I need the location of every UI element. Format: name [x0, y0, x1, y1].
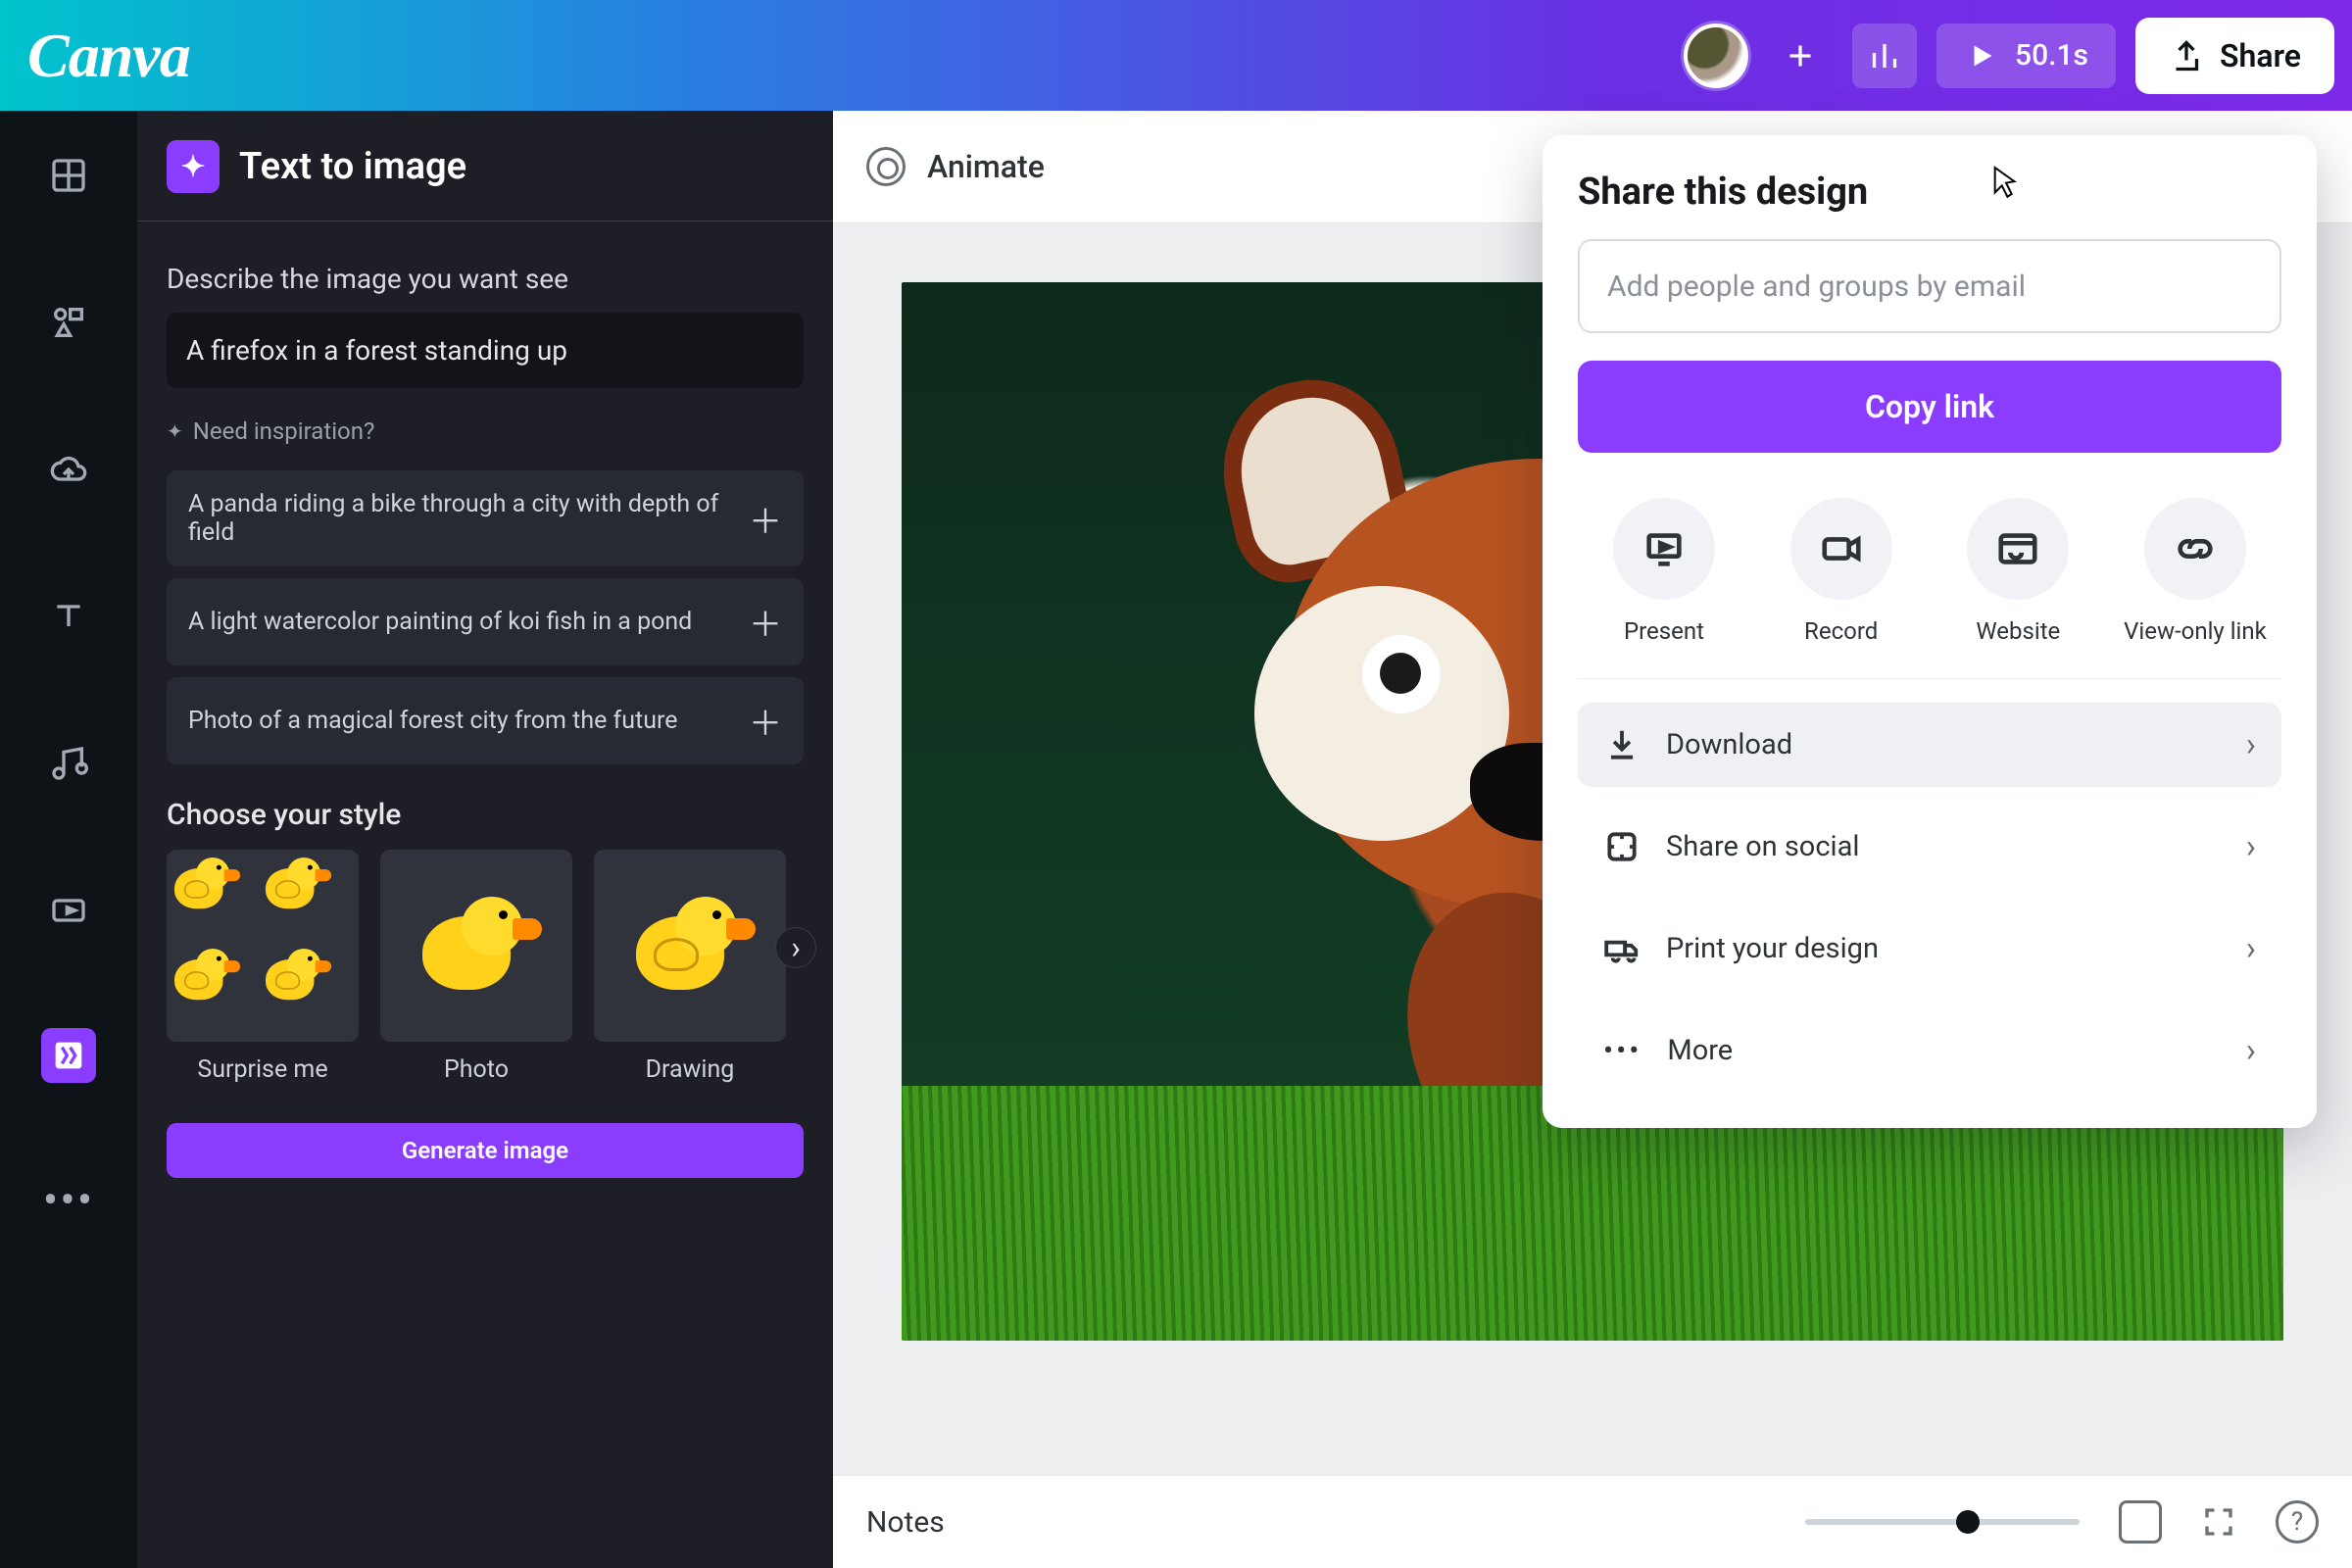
style-thumb [594, 850, 786, 1042]
chevron-right-icon: › [2246, 929, 2256, 968]
share-row-social[interactable]: Share on social › [1578, 805, 2281, 889]
notes-button[interactable]: Notes [866, 1505, 945, 1540]
rail-audio[interactable] [39, 734, 98, 793]
action-label: Record [1804, 617, 1878, 645]
style-surprise[interactable]: Surprise me [167, 850, 359, 1084]
left-rail: ••• [0, 111, 137, 1568]
avatar[interactable] [1684, 24, 1748, 88]
suggestion-text: Photo of a magical forest city from the … [188, 707, 678, 735]
share-button[interactable]: Share [2135, 18, 2334, 94]
row-label: Print your design [1666, 932, 1879, 965]
share-label: Share [2220, 37, 2301, 74]
style-name: Drawing [646, 1055, 735, 1084]
present-duration-button[interactable]: 50.1s [1936, 24, 2116, 88]
canva-logo[interactable]: Canva [27, 20, 190, 92]
suggestion-2[interactable]: Photo of a magical forest city from the … [167, 677, 804, 764]
rail-apps-active[interactable] [41, 1028, 96, 1083]
play-icon [1964, 38, 1999, 74]
text-to-image-icon: ✦ [167, 140, 220, 193]
suggestion-text: A light watercolor painting of koi fish … [188, 608, 692, 636]
style-name: Photo [444, 1055, 509, 1084]
placeholder-text: Add people and groups by email [1607, 270, 2026, 304]
plus-icon: ＋ [749, 495, 782, 543]
duration-text: 50.1s [2015, 38, 2088, 73]
action-label: Website [1976, 617, 2060, 645]
add-button[interactable] [1768, 24, 1833, 88]
insights-button[interactable] [1852, 24, 1917, 88]
suggestion-text: A panda riding a bike through a city wit… [188, 490, 749, 547]
style-label: Choose your style [167, 798, 804, 832]
share-email-input[interactable]: Add people and groups by email [1578, 239, 2281, 333]
sparkle-icon: ✦ [167, 419, 183, 443]
side-panel: ✦ Text to image Describe the image you w… [137, 111, 833, 1568]
animate-button[interactable]: Animate [927, 148, 1045, 185]
style-name: Surprise me [197, 1055, 327, 1084]
chevron-right-icon: › [2246, 827, 2256, 866]
share-row-print[interactable]: Print your design › [1578, 906, 2281, 991]
more-icon: ••• [1603, 1034, 1642, 1068]
row-label: Download [1666, 728, 1792, 761]
share-action-viewonly[interactable]: View-only link [2117, 498, 2274, 645]
plus-icon: ＋ [749, 598, 782, 646]
suggestion-0[interactable]: A panda riding a bike through a city wit… [167, 470, 804, 566]
share-action-present[interactable]: Present [1586, 498, 1742, 645]
style-thumb [380, 850, 572, 1042]
plus-icon: ＋ [749, 697, 782, 745]
truck-icon [1603, 930, 1641, 967]
share-popover-title: Share this design [1578, 171, 2281, 214]
share-action-record[interactable]: Record [1763, 498, 1920, 645]
styles-next-button[interactable]: › [776, 928, 815, 967]
download-icon [1603, 726, 1641, 763]
style-thumb [167, 850, 359, 1042]
suggestion-1[interactable]: A light watercolor painting of koi fish … [167, 578, 804, 665]
rail-text[interactable] [39, 587, 98, 646]
upload-icon [2169, 38, 2204, 74]
style-photo[interactable]: Photo [380, 850, 572, 1084]
website-icon [1967, 498, 2069, 600]
dots-icon: ••• [43, 1174, 95, 1227]
share-action-website[interactable]: Website [1939, 498, 2096, 645]
fullscreen-icon[interactable] [2201, 1504, 2236, 1540]
panel-title: Text to image [239, 145, 466, 188]
zoom-slider[interactable] [1805, 1519, 2080, 1525]
present-icon [1613, 498, 1715, 600]
row-label: Share on social [1666, 830, 1859, 863]
link-icon [2144, 498, 2246, 600]
prompt-input[interactable]: A firefox in a forest standing up [167, 313, 804, 388]
share-social-icon [1603, 828, 1641, 865]
describe-label: Describe the image you want see [167, 263, 804, 295]
copy-link-button[interactable]: Copy link [1578, 361, 2281, 453]
help-icon[interactable]: ? [2276, 1500, 2319, 1544]
rail-videos[interactable] [39, 881, 98, 940]
grid-view-icon[interactable] [2119, 1500, 2162, 1544]
action-label: View-only link [2124, 617, 2267, 645]
style-drawing[interactable]: Drawing [594, 850, 786, 1084]
share-popover: Share this design Add people and groups … [1543, 135, 2317, 1128]
share-row-download[interactable]: Download › [1578, 703, 2281, 787]
share-row-more[interactable]: ••• More › [1578, 1008, 2281, 1093]
top-bar: Canva 50.1s Share [0, 0, 2352, 111]
chevron-right-icon: › [2246, 1031, 2256, 1070]
animate-icon [866, 147, 906, 186]
inspiration-label: Need inspiration? [193, 417, 375, 445]
rail-elements[interactable] [39, 293, 98, 352]
rail-uploads[interactable] [39, 440, 98, 499]
row-label: More [1667, 1034, 1733, 1067]
record-icon [1790, 498, 1892, 600]
chevron-right-icon: › [2246, 725, 2256, 764]
action-label: Present [1624, 617, 1704, 645]
rail-templates[interactable] [39, 146, 98, 205]
rail-more[interactable]: ••• [39, 1171, 98, 1230]
bottom-bar: Notes ? [833, 1475, 2352, 1568]
generate-button[interactable]: Generate image [167, 1123, 804, 1178]
